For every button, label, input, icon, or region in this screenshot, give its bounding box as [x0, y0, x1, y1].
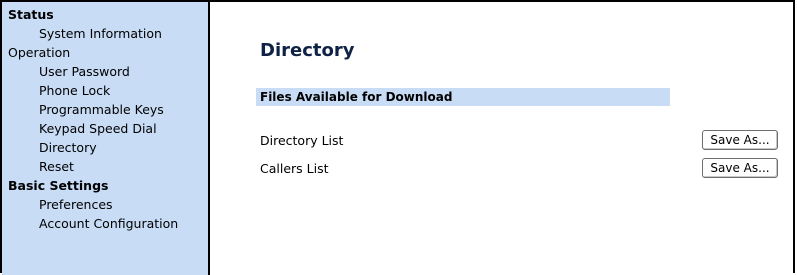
file-label: Directory List: [260, 133, 344, 148]
page-title: Directory: [260, 40, 355, 61]
section-operation: Operation: [8, 45, 71, 60]
sidebar-item-user-password[interactable]: User Password: [2, 62, 208, 81]
save-as-button-directory-list[interactable]: Save As...: [702, 130, 778, 150]
section-status: Status: [8, 7, 54, 22]
files-header: Files Available for Download: [256, 88, 670, 106]
file-row-callers-list: Callers List Save As...: [260, 158, 778, 180]
sidebar-nav: Status System Information Operation User…: [2, 2, 210, 275]
main-content: Directory Files Available for Download D…: [212, 2, 795, 275]
sidebar-item-keypad-speed-dial[interactable]: Keypad Speed Dial: [2, 119, 208, 138]
sidebar-item-directory[interactable]: Directory: [2, 138, 208, 157]
sidebar-item-programmable-keys[interactable]: Programmable Keys: [2, 100, 208, 119]
sidebar-item-preferences[interactable]: Preferences: [2, 195, 208, 214]
sidebar-item-account-configuration[interactable]: Account Configuration: [2, 214, 208, 233]
file-label: Callers List: [260, 161, 329, 176]
section-basic-settings: Basic Settings: [8, 178, 109, 193]
sidebar-item-reset[interactable]: Reset: [2, 157, 208, 176]
sidebar-item-system-information[interactable]: System Information: [2, 24, 208, 43]
save-as-button-callers-list[interactable]: Save As...: [702, 158, 778, 178]
sidebar-item-phone-lock[interactable]: Phone Lock: [2, 81, 208, 100]
file-row-directory-list: Directory List Save As...: [260, 130, 778, 152]
